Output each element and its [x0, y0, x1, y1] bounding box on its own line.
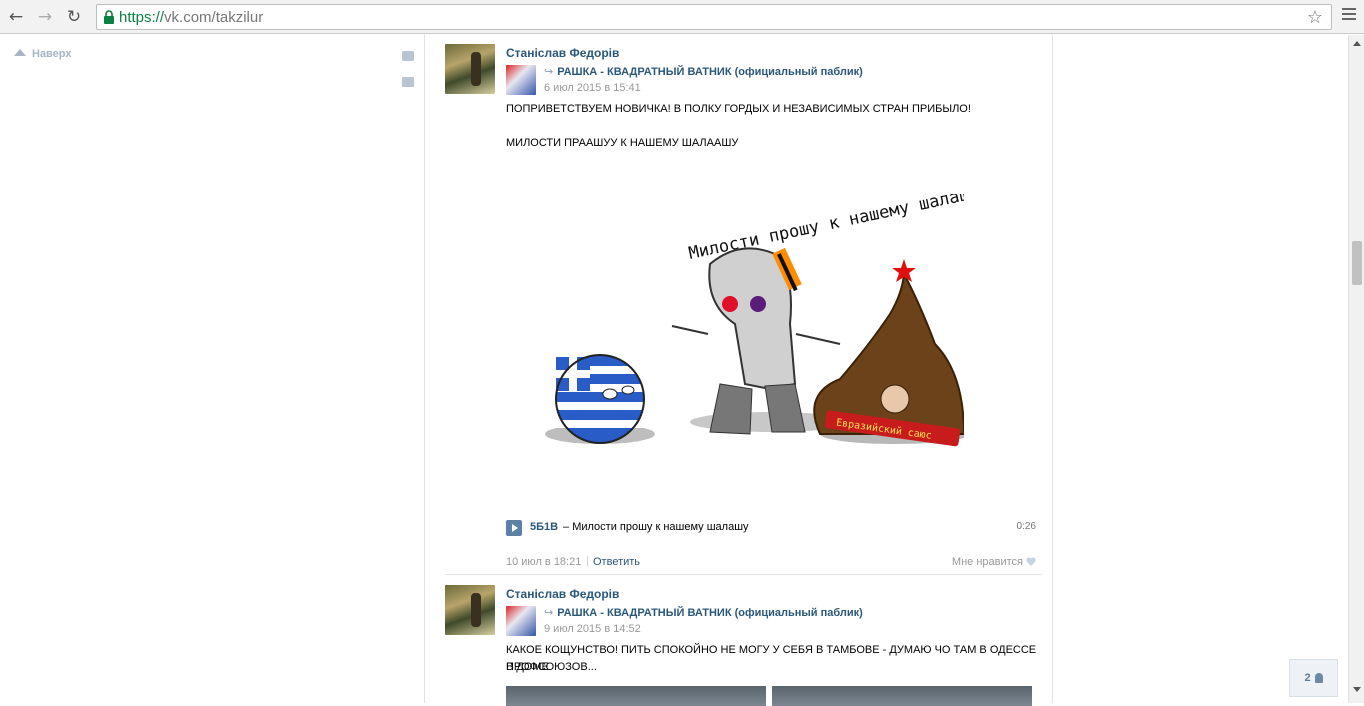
address-bar[interactable]: https://vk.com/takzilur ☆ — [96, 4, 1332, 30]
back-button[interactable]: ← — [5, 6, 27, 28]
bookmark-star-icon[interactable]: ☆ — [1307, 7, 1323, 28]
reload-button[interactable]: ↻ — [63, 6, 85, 28]
repost-icon: ↪ — [544, 66, 554, 78]
post-text-line: ПОПРИВЕТСТВУЕМ НОВИЧКА! В ПОЛКУ ГОРДЫХ И… — [506, 103, 971, 115]
post-author[interactable]: Станіслав Федорів — [506, 587, 619, 601]
mail-icon[interactable] — [402, 51, 414, 61]
up-arrow-icon — [14, 49, 26, 56]
repost-source-name: РАШКА - КВАДРАТНЫЙ ВАТНИК (официальный п… — [557, 607, 863, 619]
avatar[interactable] — [445, 585, 495, 635]
url-scheme: https:// — [119, 9, 165, 26]
like-label: Мне нравится — [951, 556, 1023, 568]
left-gutter: Наверх — [0, 35, 424, 703]
heart-icon — [1026, 557, 1036, 566]
scroll-to-top-label: Наверх — [32, 48, 72, 60]
reload-icon: ↻ — [66, 7, 82, 27]
audio-artist[interactable]: 5Б1В — [530, 521, 558, 533]
repost-source[interactable]: ↪ РАШКА - КВАДРАТНЫЙ ВАТНИК (официальный … — [544, 65, 863, 78]
friends-online-badge[interactable]: 2 — [1289, 659, 1338, 697]
scroll-down-arrow[interactable] — [1353, 687, 1361, 692]
url-path: vk.com/takzilur — [164, 9, 264, 26]
forward-arrow-icon: → — [37, 7, 53, 27]
person-icon — [1314, 673, 1323, 683]
scroll-up-arrow[interactable] — [1353, 41, 1361, 46]
scrollbar[interactable] — [1348, 35, 1364, 703]
post-author[interactable]: Станіслав Федорів — [506, 46, 619, 60]
menu-icon[interactable] — [1342, 8, 1356, 24]
lock-icon — [104, 10, 114, 24]
forward-button[interactable]: → — [34, 6, 56, 28]
footer-date[interactable]: 10 июл в 18:21 — [506, 556, 581, 568]
audio-dash: – — [563, 521, 570, 533]
audio-title: – Милости прошу к нашему шалашу — [563, 521, 749, 533]
source-avatar[interactable] — [506, 65, 536, 95]
photo-thumbnail[interactable] — [772, 686, 1032, 706]
audio-attachment: 5Б1В – Милости прошу к нашему шалашу 0:2… — [506, 519, 1036, 537]
post-footer: 10 июл в 18:21 | Ответить Мне нравится — [506, 555, 1036, 572]
post-image[interactable]: Милости прошу к нашему шалашу Евразийски… — [540, 194, 964, 474]
wall-column: Станіслав Федорів ↪ РАШКА - КВАДРАТНЫЙ ВА… — [424, 35, 1053, 706]
post-divider — [445, 574, 1042, 575]
comment-icon[interactable] — [402, 77, 414, 87]
back-arrow-icon: ← — [8, 7, 24, 27]
post-text-line: ПРОФСОЮЗОВ... — [506, 661, 597, 673]
page: Наверх Станіслав Федорів ↪ РАШКА - КВАДРА… — [0, 35, 1348, 706]
scroll-to-top-link[interactable]: Наверх — [14, 48, 72, 60]
source-avatar[interactable] — [506, 606, 536, 636]
repost-source-name: РАШКА - КВАДРАТНЫЙ ВАТНИК (официальный п… — [557, 66, 863, 78]
play-icon[interactable] — [506, 520, 522, 536]
url-text: https://vk.com/takzilur — [119, 9, 263, 26]
browser-toolbar: ← → ↻ https://vk.com/takzilur ☆ — [0, 0, 1364, 34]
photo-thumbnail[interactable] — [506, 686, 766, 706]
repost-source[interactable]: ↪ РАШКА - КВАДРАТНЫЙ ВАТНИК (официальный … — [544, 606, 863, 619]
avatar[interactable] — [445, 44, 495, 94]
audio-duration: 0:26 — [1016, 521, 1036, 532]
wall-post: Станіслав Федорів ↪ РАШКА - КВАДРАТНЫЙ ВА… — [445, 44, 1043, 584]
footer-separator: | — [586, 555, 589, 567]
repost-icon: ↪ — [544, 607, 554, 619]
like-button[interactable]: Мне нравится — [952, 556, 1036, 568]
friends-online-count: 2 — [1304, 672, 1311, 684]
scrollbar-thumb[interactable] — [1352, 241, 1362, 285]
post-date[interactable]: 9 июл 2015 в 14:52 — [544, 623, 641, 635]
audio-title-text: Милости прошу к нашему шалашу — [572, 521, 749, 533]
post-text-line: МИЛОСТИ ПРААШУУ К НАШЕМУ ШАЛААШУ — [506, 137, 739, 149]
post-date[interactable]: 6 июл 2015 в 15:41 — [544, 82, 641, 94]
reply-link[interactable]: Ответить — [593, 556, 640, 568]
